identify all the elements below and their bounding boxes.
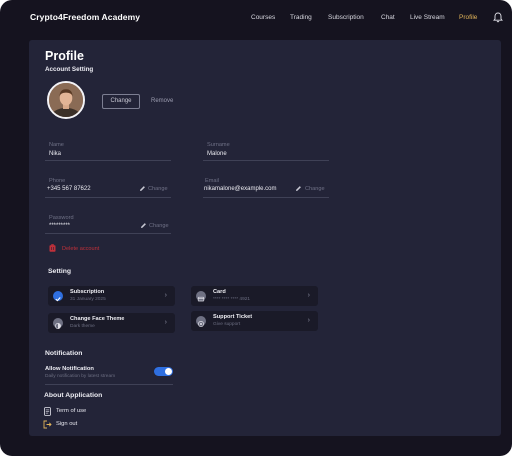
phone-field[interactable]: +345 567 87622 (47, 186, 91, 192)
delete-account-link[interactable]: Delete account (62, 246, 99, 252)
chevron-right-icon: › (307, 292, 310, 299)
chevron-right-icon: › (307, 317, 310, 324)
phone-label: Phone (49, 178, 66, 184)
chevron-right-icon: › (164, 292, 167, 299)
password-label: Password (49, 215, 74, 221)
nav-chat[interactable]: Chat (381, 14, 395, 21)
email-change-link[interactable]: Change (305, 186, 325, 192)
subscription-card[interactable]: Subscription 31 January 2025 › (48, 286, 175, 306)
surname-underline (203, 160, 329, 161)
pencil-icon[interactable] (295, 185, 302, 192)
support-icon (196, 316, 206, 327)
support-sub: Give support (213, 322, 241, 327)
password-change-link[interactable]: Change (149, 223, 169, 229)
allow-notification-sub: Daily notification by latest stream (45, 374, 116, 379)
theme-icon (53, 318, 63, 329)
check-icon (53, 291, 63, 302)
brand-logo-text[interactable]: Crypto4Freedom Academy (30, 12, 140, 22)
nav-trading[interactable]: Trading (290, 14, 312, 21)
sign-out-icon (43, 420, 52, 429)
setting-heading: Setting (48, 268, 72, 275)
notification-toggle[interactable] (154, 367, 173, 376)
bell-icon[interactable] (493, 12, 503, 23)
password-field[interactable]: ********* (49, 223, 70, 229)
email-underline (203, 197, 329, 198)
subscription-title: Subscription (70, 289, 105, 295)
about-heading: About Application (44, 392, 103, 399)
change-photo-button[interactable]: Change (102, 94, 140, 109)
sign-out-link[interactable]: Sign out (56, 421, 77, 427)
toggle-knob (165, 368, 172, 375)
name-underline (45, 160, 171, 161)
password-underline (45, 233, 171, 234)
surname-label: Surname (207, 142, 230, 148)
avatar-photo (49, 83, 83, 117)
document-icon (44, 407, 51, 416)
surname-field[interactable]: Malone (207, 151, 227, 157)
avatar (47, 81, 85, 119)
page-title: Profile (45, 49, 84, 63)
pencil-icon[interactable] (140, 222, 147, 229)
card-title: Card (213, 289, 226, 295)
pencil-icon[interactable] (139, 185, 146, 192)
subscription-date: 31 January 2025 (70, 297, 106, 302)
nav-profile[interactable]: Profile (459, 14, 477, 21)
name-field[interactable]: Nika (49, 151, 61, 157)
nav-subscription[interactable]: Subscription (328, 14, 364, 21)
app-window: Crypto4Freedom Academy Courses Trading S… (0, 0, 512, 456)
notification-divider (45, 384, 173, 385)
phone-underline (45, 197, 171, 198)
chevron-right-icon: › (164, 319, 167, 326)
nav-courses[interactable]: Courses (251, 14, 275, 21)
top-navigation: Crypto4Freedom Academy Courses Trading S… (0, 0, 512, 38)
card-settings-card[interactable]: Card **** **** **** 4921 › (191, 286, 318, 306)
notification-heading: Notification (45, 350, 83, 357)
card-number: **** **** **** 4921 (213, 297, 251, 302)
support-title: Support Ticket (213, 314, 253, 320)
nav-live-stream[interactable]: Live Stream (410, 14, 445, 21)
terms-of-use-link[interactable]: Term of use (56, 408, 86, 414)
allow-notification-title: Allow Notification (45, 366, 94, 372)
email-field[interactable]: nikamalone@example.com (204, 186, 276, 192)
credit-card-icon (196, 291, 206, 302)
theme-value: Dark theme (70, 324, 95, 329)
account-setting-heading: Account Setting (45, 66, 94, 73)
remove-photo-button[interactable]: Remove (151, 98, 173, 104)
profile-panel: Profile Account Setting Change Remove Na… (29, 40, 501, 436)
phone-change-link[interactable]: Change (148, 186, 168, 192)
support-ticket-card[interactable]: Support Ticket Give support › (191, 311, 318, 331)
trash-icon[interactable] (49, 244, 56, 252)
name-label: Name (49, 142, 64, 148)
theme-card[interactable]: Change Face Theme Dark theme › (48, 313, 175, 333)
theme-title: Change Face Theme (70, 316, 125, 322)
email-label: Email (205, 178, 219, 184)
